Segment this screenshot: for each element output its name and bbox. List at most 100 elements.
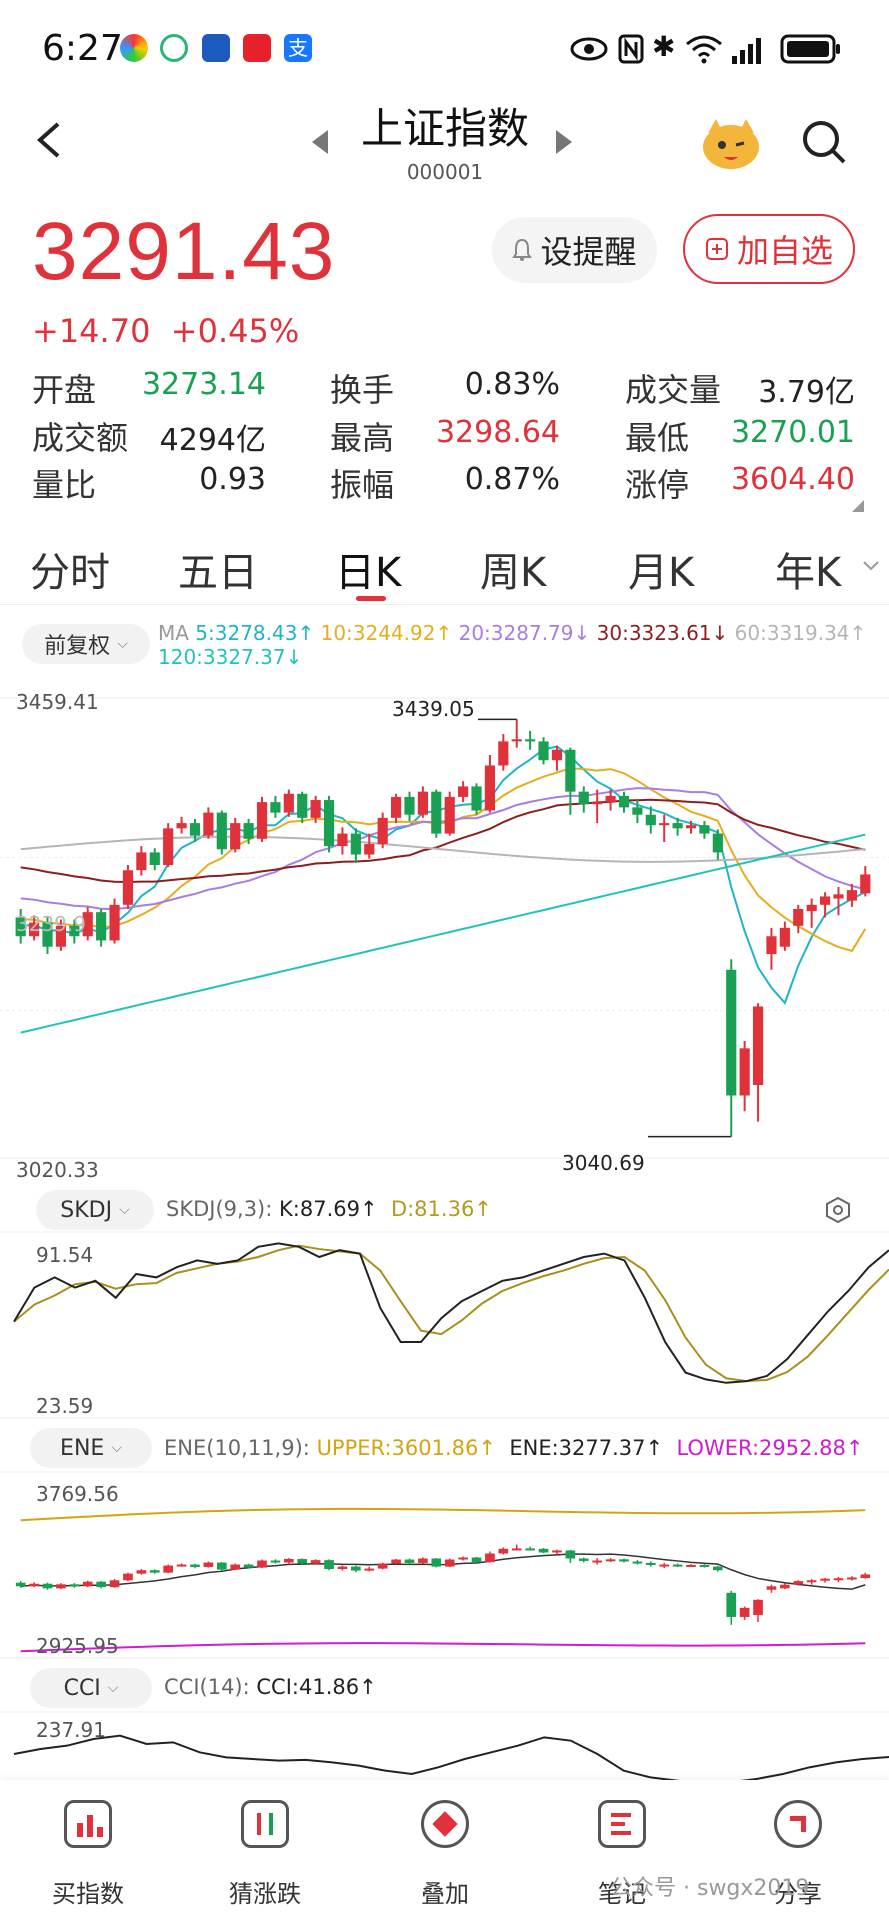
candle-body bbox=[833, 894, 844, 899]
candle-body bbox=[551, 749, 563, 761]
ma-prefix: MA bbox=[158, 621, 189, 645]
candle-body bbox=[109, 904, 120, 941]
candle-body bbox=[458, 786, 469, 797]
candle-body bbox=[712, 833, 723, 853]
candle-body bbox=[283, 793, 294, 813]
skdj-dropdown[interactable]: SKDJ ⌵ bbox=[36, 1190, 154, 1230]
candle-body bbox=[149, 852, 160, 866]
tab-weekly-k[interactable]: 周K bbox=[480, 540, 546, 598]
candle-body bbox=[444, 796, 455, 834]
skdj-d-line bbox=[13, 1244, 889, 1383]
candle-body bbox=[350, 833, 361, 855]
price-change: +14.70 +0.45% bbox=[32, 312, 299, 350]
ene-candle-body bbox=[860, 1574, 871, 1579]
alipay-icon: 支 bbox=[284, 34, 312, 62]
app-notification-icon bbox=[120, 34, 148, 62]
tab-daily-k[interactable]: 日K bbox=[335, 540, 401, 598]
candle-body bbox=[793, 909, 804, 926]
candle-body bbox=[136, 852, 147, 871]
stat-value: 4294亿 bbox=[159, 423, 266, 458]
tab-five-day[interactable]: 五日 bbox=[178, 540, 258, 598]
cci-params: CCI(14): bbox=[164, 1675, 250, 1699]
bar-chart-icon bbox=[64, 1800, 112, 1848]
candle-body bbox=[270, 802, 281, 813]
mascot-icon[interactable] bbox=[700, 115, 762, 171]
add-watchlist-button[interactable]: 加自选 bbox=[683, 214, 855, 284]
ene-candle-body bbox=[699, 1564, 710, 1567]
tab-monthly-k[interactable]: 月K bbox=[628, 540, 694, 598]
add-watchlist-label: 加自选 bbox=[736, 232, 833, 270]
candle-body bbox=[592, 802, 603, 805]
skdj-bottom-label: 23.59 bbox=[36, 1394, 94, 1418]
candle-body bbox=[846, 890, 857, 901]
candle-body bbox=[819, 896, 831, 905]
eye-icon bbox=[570, 37, 608, 61]
ene-candle-body bbox=[793, 1581, 804, 1585]
ene-candle-body bbox=[351, 1566, 361, 1571]
ene-candle-body bbox=[15, 1582, 26, 1587]
stat-value: 3273.14 bbox=[141, 367, 266, 402]
candle-body bbox=[739, 1048, 750, 1096]
chevron-down-icon[interactable] bbox=[862, 560, 880, 572]
ma30-value: 30:3323.61↓ bbox=[596, 621, 729, 645]
ene-candle-body bbox=[149, 1570, 160, 1573]
ma5-value: 5:3278.43↑ bbox=[195, 621, 315, 645]
cci-top-label: 237.91 bbox=[36, 1718, 106, 1742]
candle-body bbox=[779, 927, 790, 947]
settings-icon[interactable] bbox=[824, 1196, 852, 1224]
nav-guess[interactable]: 猜涨跌 bbox=[205, 1800, 325, 1909]
cci-chart[interactable] bbox=[0, 1710, 889, 1780]
ene-candle-body bbox=[56, 1584, 66, 1589]
adjust-label: 前复权 bbox=[44, 634, 111, 659]
ene-upper: UPPER:3601.86↑ bbox=[316, 1436, 496, 1460]
next-stock-icon[interactable] bbox=[556, 130, 572, 154]
tab-intraday[interactable]: 分时 bbox=[30, 540, 110, 598]
ene-candle-body bbox=[471, 1557, 482, 1563]
ene-candle-body bbox=[485, 1553, 495, 1563]
ene-candle-body bbox=[632, 1561, 643, 1564]
candle-body bbox=[377, 817, 388, 845]
cci-name: CCI bbox=[63, 1675, 101, 1701]
wifi-icon bbox=[686, 35, 722, 64]
cci-dropdown[interactable]: CCI ⌵ bbox=[30, 1668, 152, 1708]
ene-dropdown[interactable]: ENE ⌵ bbox=[30, 1428, 152, 1468]
ene-mid-line bbox=[20, 1553, 866, 1590]
chevron-down-icon: ⌵ bbox=[107, 1680, 119, 1696]
tab-yearly-k[interactable]: 年K bbox=[775, 540, 841, 598]
kline-chart[interactable] bbox=[0, 680, 889, 1180]
candle-body bbox=[404, 796, 415, 815]
set-alert-button[interactable]: 设提醒 bbox=[492, 217, 657, 283]
stat-label: 量比 bbox=[32, 466, 97, 504]
ene-candle-body bbox=[726, 1592, 737, 1617]
nav-buy-index[interactable]: 买指数 bbox=[28, 1800, 148, 1909]
candle-body bbox=[310, 800, 321, 818]
ene-chart[interactable] bbox=[0, 1470, 889, 1660]
candle-body bbox=[417, 791, 428, 815]
cci-values: CCI(14): CCI:41.86↑ bbox=[164, 1675, 377, 1699]
ene-candle-body bbox=[203, 1562, 214, 1567]
ene-candle-body bbox=[190, 1564, 200, 1567]
ene-candle-body bbox=[230, 1564, 241, 1570]
ene-candle-body bbox=[284, 1558, 294, 1563]
nav-overlay-label: 叠加 bbox=[421, 1880, 469, 1908]
ene-top-label: 3769.56 bbox=[36, 1482, 119, 1506]
ene-candle-body bbox=[780, 1584, 790, 1589]
ene-candle-body bbox=[686, 1564, 696, 1567]
ene-candle-body bbox=[337, 1566, 348, 1569]
share-icon bbox=[774, 1800, 822, 1848]
bluetooth-icon: ✱ bbox=[652, 30, 676, 63]
skdj-params: SKDJ(9,3): bbox=[166, 1197, 273, 1221]
candle-body bbox=[699, 825, 710, 834]
set-alert-label: 设提醒 bbox=[540, 233, 637, 271]
ene-candle-body bbox=[431, 1558, 442, 1567]
back-icon[interactable] bbox=[30, 120, 70, 160]
skdj-chart[interactable] bbox=[0, 1230, 889, 1420]
stat-label: 涨停 bbox=[625, 466, 690, 504]
ene-candle-body bbox=[820, 1578, 830, 1581]
search-icon[interactable] bbox=[800, 118, 848, 166]
adjust-dropdown[interactable]: 前复权 ⌵ bbox=[22, 624, 150, 664]
nav-overlay[interactable]: 叠加 bbox=[385, 1800, 505, 1909]
candle-body bbox=[163, 828, 174, 866]
candle-body bbox=[337, 833, 348, 847]
expand-corner-icon[interactable] bbox=[852, 500, 864, 512]
